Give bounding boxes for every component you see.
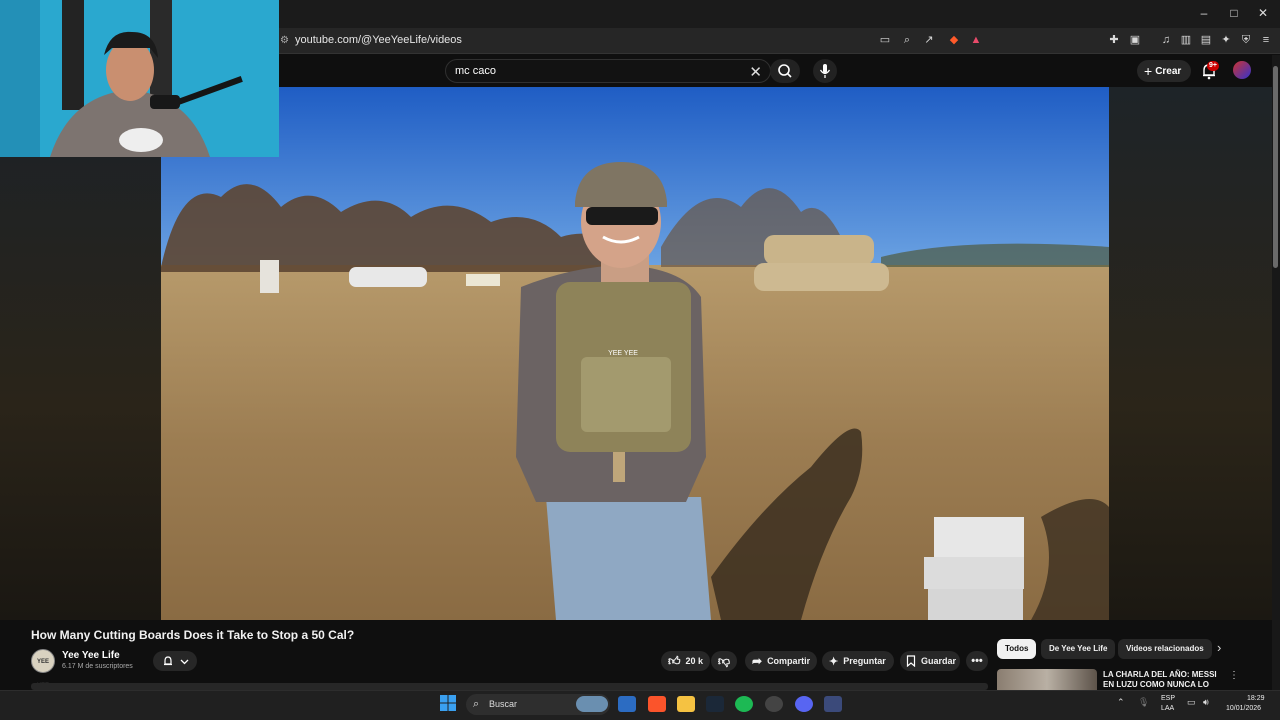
chevron-down-icon <box>180 659 188 664</box>
search-button[interactable] <box>770 59 800 83</box>
save-button[interactable]: Guardar <box>900 651 960 671</box>
spotify-icon[interactable] <box>735 696 753 712</box>
brave-browser-icon[interactable] <box>648 696 666 712</box>
clear-search-icon[interactable]: ✕ <box>749 63 762 81</box>
video-title: How Many Cutting Boards Does it Take to … <box>31 628 355 642</box>
search-input[interactable] <box>455 65 735 77</box>
taskbar-search-placeholder: Buscar <box>489 699 518 709</box>
leo-ai-icon[interactable]: ✦ <box>1218 33 1234 47</box>
search-icon: ⌕ <box>473 698 480 710</box>
search-icon <box>778 64 792 78</box>
zoom-icon[interactable]: ⌕ <box>899 33 915 47</box>
chip-from-channel[interactable]: De Yee Yee Life <box>1041 639 1116 659</box>
close-window-button[interactable]: ✕ <box>1254 6 1272 20</box>
thumbs-up-icon: 👍︎ <box>668 653 681 668</box>
comments-section-edge <box>31 683 988 690</box>
chevron-right-icon[interactable]: › <box>1217 640 1221 655</box>
chip-all[interactable]: Todos <box>997 639 1037 659</box>
webcam-overlay <box>0 0 279 157</box>
sparkle-icon: ✦ <box>829 655 839 668</box>
account-avatar[interactable] <box>1233 61 1251 79</box>
subscriber-count: 6.17 M de suscriptores <box>62 663 133 670</box>
channel-name-link[interactable]: Yee Yee Life <box>62 650 120 661</box>
windows-start-icon[interactable] <box>440 695 456 711</box>
related-video-menu-icon[interactable]: ⋮ <box>1229 670 1239 681</box>
more-icon: ••• <box>971 655 983 667</box>
share-label: Compartir <box>767 656 811 666</box>
input-language[interactable]: ESP <box>1161 695 1175 702</box>
vpn-app-icon[interactable] <box>824 696 842 712</box>
chip-related-videos[interactable]: Videos relacionados <box>1118 639 1212 659</box>
microphone-icon <box>819 64 831 78</box>
share-page-icon[interactable]: ↗ <box>921 33 937 47</box>
microphone-icon[interactable]: 🎙︎ <box>1138 697 1149 708</box>
player-ambient-right <box>1109 87 1272 620</box>
bookmark-icon <box>906 655 916 667</box>
sidebar-toggle-icon[interactable]: ▥ <box>1178 33 1194 47</box>
taskbar-time[interactable]: 18:29 <box>1247 695 1265 702</box>
related-video-title[interactable]: LA CHARLA DEL AÑO: MESSI EN LUZU COMO NU… <box>1103 670 1223 690</box>
scrollbar-thumb[interactable] <box>1273 66 1278 268</box>
vest-patch-text: YEE YEE <box>608 350 638 357</box>
brave-rewards-icon[interactable]: ▲ <box>968 33 984 47</box>
like-button[interactable]: 👍︎ 20 k <box>661 651 710 671</box>
webcam-feed <box>0 0 279 157</box>
like-count: 20 k <box>685 656 704 666</box>
search-box[interactable]: ✕ <box>445 59 771 83</box>
taskview-icon[interactable] <box>618 696 636 712</box>
screenshot-icon[interactable]: ▣ <box>1127 33 1143 47</box>
related-video-thumbnail[interactable] <box>997 669 1097 690</box>
windows-taskbar <box>0 690 1280 720</box>
ask-button[interactable]: ✦ Preguntar <box>822 651 894 671</box>
file-explorer-icon[interactable] <box>677 696 695 712</box>
maximize-button[interactable]: □ <box>1225 6 1243 20</box>
share-button[interactable]: ➦ Compartir <box>745 651 817 671</box>
network-icon[interactable]: ▭ <box>1187 697 1196 708</box>
discord-icon[interactable] <box>795 696 813 712</box>
vpn-icon[interactable]: ⛨ <box>1238 33 1254 47</box>
more-actions-button[interactable]: ••• <box>966 651 988 671</box>
voice-search-button[interactable] <box>813 59 837 83</box>
video-player[interactable]: YEE YEE <box>161 87 1109 620</box>
create-label: Crear <box>1155 65 1182 77</box>
site-info-icon[interactable]: ⚙ <box>280 35 289 46</box>
notifications-badge: 9+ <box>1207 61 1219 71</box>
extensions-icon[interactable]: ✚ <box>1106 33 1122 47</box>
brave-shields-icon[interactable]: ◆ <box>946 33 962 47</box>
ask-label: Preguntar <box>843 656 886 666</box>
share-icon: ➦ <box>752 654 763 668</box>
wallet-icon[interactable]: ▤ <box>1198 33 1214 47</box>
minimize-button[interactable]: – <box>1195 6 1213 20</box>
channel-avatar[interactable]: YEE YEE <box>31 649 55 689</box>
url-text[interactable]: youtube.com/@YeeYeeLife/videos <box>295 34 462 46</box>
bell-icon <box>163 656 172 666</box>
taskbar-date[interactable]: 10/01/2026 <box>1226 705 1261 712</box>
tray-expand-icon[interactable]: ⌃ <box>1117 697 1125 708</box>
player-ambient-left <box>0 87 161 620</box>
volume-icon[interactable]: 🔊︎ <box>1203 697 1209 708</box>
music-icon[interactable]: ♫ <box>1158 33 1174 47</box>
obs-icon[interactable] <box>765 696 783 712</box>
video-frame: YEE YEE <box>161 87 1109 620</box>
save-label: Guardar <box>921 656 957 666</box>
menu-icon[interactable]: ≡ <box>1258 33 1274 47</box>
steam-icon[interactable] <box>706 696 724 712</box>
subscription-bell-button[interactable] <box>153 651 197 671</box>
plus-icon: + <box>1144 63 1153 79</box>
create-button[interactable]: + Crear <box>1137 60 1191 82</box>
keyboard-layout[interactable]: LAA <box>1161 705 1174 712</box>
thumbs-down-icon: 👎︎ <box>717 653 731 668</box>
dislike-button[interactable]: 👎︎ <box>711 651 737 671</box>
cast-icon[interactable]: ▭ <box>877 33 893 47</box>
search-highlight-image <box>576 696 608 712</box>
